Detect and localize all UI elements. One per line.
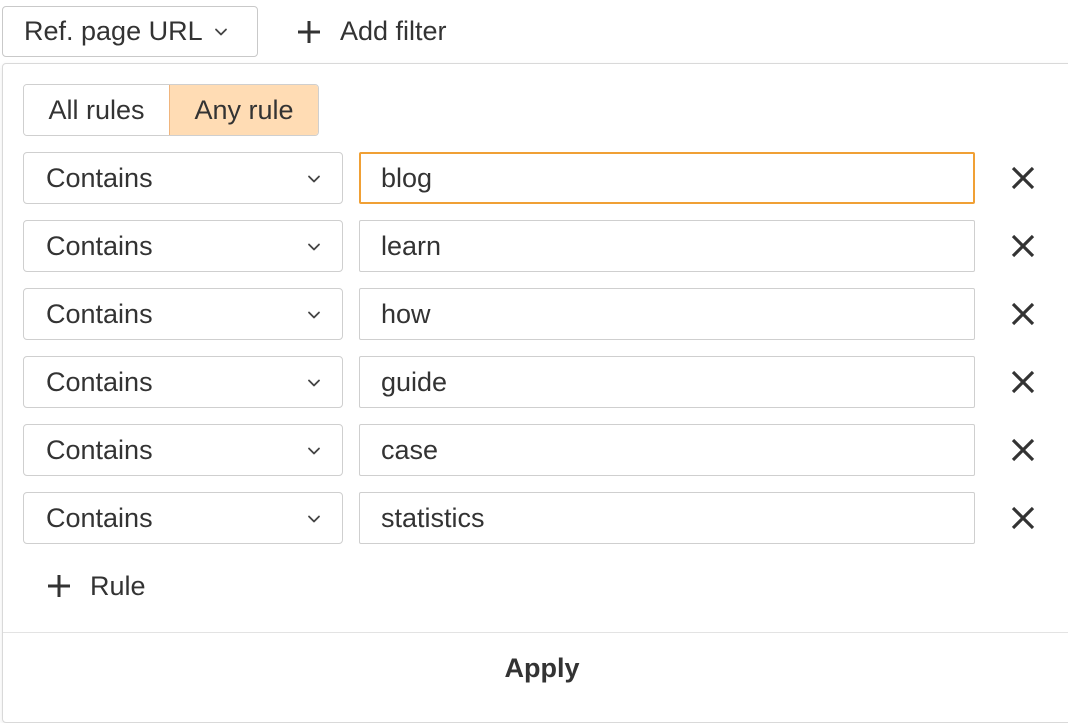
rule-operator-label: Contains (46, 434, 153, 465)
chevron-down-icon (308, 515, 320, 523)
rule-operator-select[interactable]: Contains (23, 220, 343, 272)
rule-operator-label: Contains (46, 162, 153, 193)
close-icon[interactable] (1009, 368, 1037, 396)
close-icon[interactable] (1009, 164, 1037, 192)
add-filter-button[interactable]: Add filter (296, 6, 447, 57)
chevron-down-icon (308, 311, 320, 319)
chevron-down-icon (214, 28, 227, 35)
rule-operator-select[interactable]: Contains (23, 424, 343, 476)
close-icon[interactable] (1009, 504, 1037, 532)
rule-value-input[interactable] (359, 356, 975, 408)
rule-operator-select[interactable]: Contains (23, 152, 343, 204)
rule-value-input[interactable] (359, 424, 975, 476)
add-filter-label: Add filter (340, 16, 447, 46)
rule-row: Contains (23, 424, 1053, 476)
all-rules-option[interactable]: All rules (24, 85, 169, 135)
rule-operator-select[interactable]: Contains (23, 356, 343, 408)
match-mode-toggle: All rules Any rule (23, 84, 319, 136)
rule-row: Contains (23, 356, 1053, 408)
apply-button[interactable]: Apply (3, 633, 1068, 703)
rule-value-input[interactable] (359, 492, 975, 544)
rule-operator-label: Contains (46, 366, 153, 397)
chevron-down-icon (308, 243, 320, 251)
rule-operator-label: Contains (46, 298, 153, 329)
rule-operator-label: Contains (46, 230, 153, 261)
rule-row: Contains (23, 152, 1053, 204)
plus-icon (48, 575, 70, 597)
filter-rules-panel: All rules Any rule Contains Contains (2, 63, 1068, 723)
rule-value-input[interactable] (359, 288, 975, 340)
chevron-down-icon (308, 175, 320, 183)
rule-operator-label: Contains (46, 502, 153, 533)
rule-value-input[interactable] (359, 152, 975, 204)
chevron-down-icon (308, 379, 320, 387)
close-icon[interactable] (1009, 300, 1037, 328)
any-rule-option[interactable]: Any rule (169, 85, 318, 135)
rule-operator-select[interactable]: Contains (23, 288, 343, 340)
rule-row: Contains (23, 220, 1053, 272)
rule-row: Contains (23, 288, 1053, 340)
filter-bar: Ref. page URL Add filter (0, 0, 1068, 64)
panel-footer: Apply (3, 632, 1068, 702)
ref-page-url-filter-button[interactable]: Ref. page URL (2, 6, 258, 57)
plus-icon (298, 20, 320, 43)
close-icon[interactable] (1009, 232, 1037, 260)
add-rule-label: Rule (90, 570, 146, 601)
close-icon[interactable] (1009, 436, 1037, 464)
rule-value-input[interactable] (359, 220, 975, 272)
add-rule-button[interactable]: Rule (46, 566, 146, 606)
rule-operator-select[interactable]: Contains (23, 492, 343, 544)
filter-chip-label: Ref. page URL (24, 16, 203, 46)
chevron-down-icon (308, 447, 320, 455)
rule-row: Contains (23, 492, 1053, 544)
